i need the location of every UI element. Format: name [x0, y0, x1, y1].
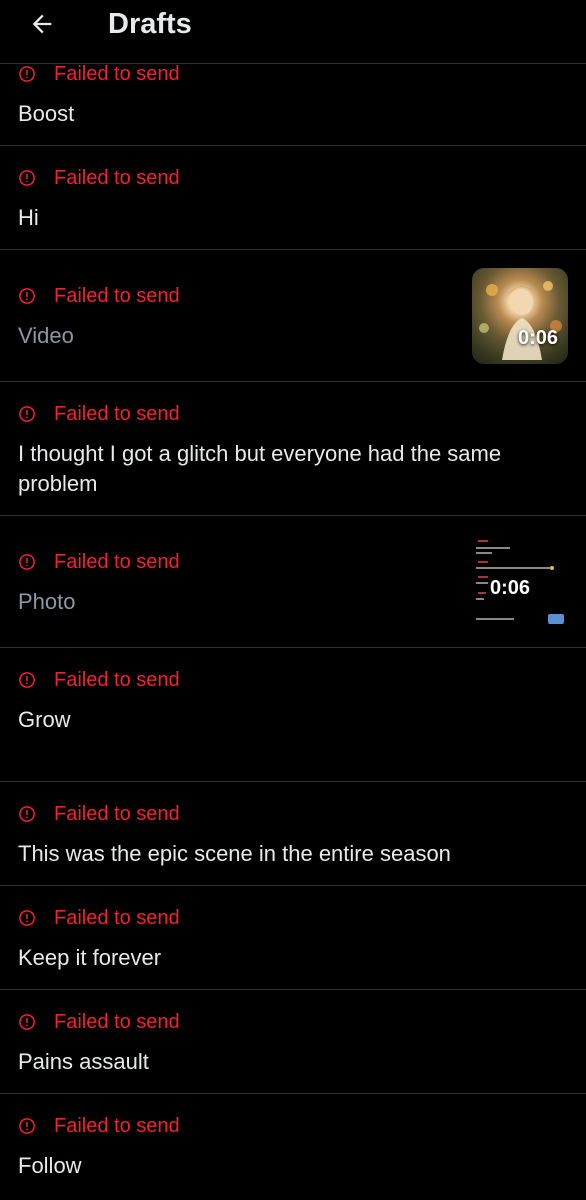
arrow-left-icon: [32, 14, 52, 34]
status-label: Failed to send: [54, 906, 180, 929]
draft-text: Hi: [18, 205, 39, 230]
error-icon: [19, 672, 35, 688]
draft-text: This was the epic scene in the entire se…: [18, 841, 451, 866]
draft-text: Video: [18, 323, 74, 348]
draft-item[interactable]: Failed to send Pains assault: [0, 990, 586, 1094]
failed-status: Failed to send: [18, 283, 180, 309]
error-icon: [19, 1014, 35, 1030]
status-label: Failed to send: [54, 1114, 180, 1137]
draft-item[interactable]: Failed to send Video 0:06: [0, 250, 586, 382]
draft-text: Photo: [18, 589, 76, 614]
draft-item[interactable]: Failed to send Keep it forever: [0, 886, 586, 990]
page-title: Drafts: [108, 8, 192, 40]
failed-status: Failed to send: [18, 1113, 180, 1139]
failed-status: Failed to send: [18, 1009, 180, 1035]
error-icon: [19, 554, 35, 570]
error-icon: [19, 406, 35, 422]
draft-item[interactable]: Failed to send I thought I got a glitch …: [0, 382, 586, 516]
status-label: Failed to send: [54, 166, 180, 189]
video-thumbnail[interactable]: 0:06: [472, 268, 568, 364]
error-icon: [19, 806, 35, 822]
draft-item[interactable]: Failed to send Follow: [0, 1094, 586, 1200]
status-label: Failed to send: [54, 802, 180, 825]
draft-text: Follow: [18, 1153, 82, 1178]
status-label: Failed to send: [54, 402, 180, 425]
status-label: Failed to send: [54, 284, 180, 307]
failed-status: Failed to send: [18, 401, 180, 427]
error-icon: [19, 66, 35, 82]
draft-text: Pains assault: [18, 1049, 149, 1074]
draft-text: Boost: [18, 101, 75, 126]
photo-thumbnail[interactable]: 0:06: [472, 534, 568, 630]
back-button[interactable]: [22, 6, 62, 42]
draft-text: Grow: [18, 707, 71, 732]
failed-status: Failed to send: [18, 667, 180, 693]
failed-status: Failed to send: [18, 165, 180, 191]
status-label: Failed to send: [54, 62, 180, 85]
video-duration: 0:06: [517, 327, 558, 349]
draft-item[interactable]: Failed to send Grow: [0, 648, 586, 782]
top-bar: Drafts: [0, 0, 586, 64]
failed-status: Failed to send: [18, 61, 180, 87]
draft-text: Keep it forever: [18, 945, 162, 970]
failed-status: Failed to send: [18, 905, 180, 931]
failed-status: Failed to send: [18, 801, 180, 827]
error-icon: [19, 288, 35, 304]
status-label: Failed to send: [54, 668, 180, 691]
failed-status: Failed to send: [18, 549, 180, 575]
status-label: Failed to send: [54, 1010, 180, 1033]
error-icon: [19, 1118, 35, 1134]
draft-item[interactable]: Failed to send Photo 0:06: [0, 516, 586, 648]
video-duration: 0:06: [489, 577, 530, 599]
draft-item[interactable]: Failed to send This was the epic scene i…: [0, 782, 586, 886]
draft-item[interactable]: Failed to send Hi: [0, 146, 586, 250]
error-icon: [19, 910, 35, 926]
error-icon: [19, 170, 35, 186]
draft-text: I thought I got a glitch but everyone ha…: [18, 441, 502, 496]
status-label: Failed to send: [54, 550, 180, 573]
